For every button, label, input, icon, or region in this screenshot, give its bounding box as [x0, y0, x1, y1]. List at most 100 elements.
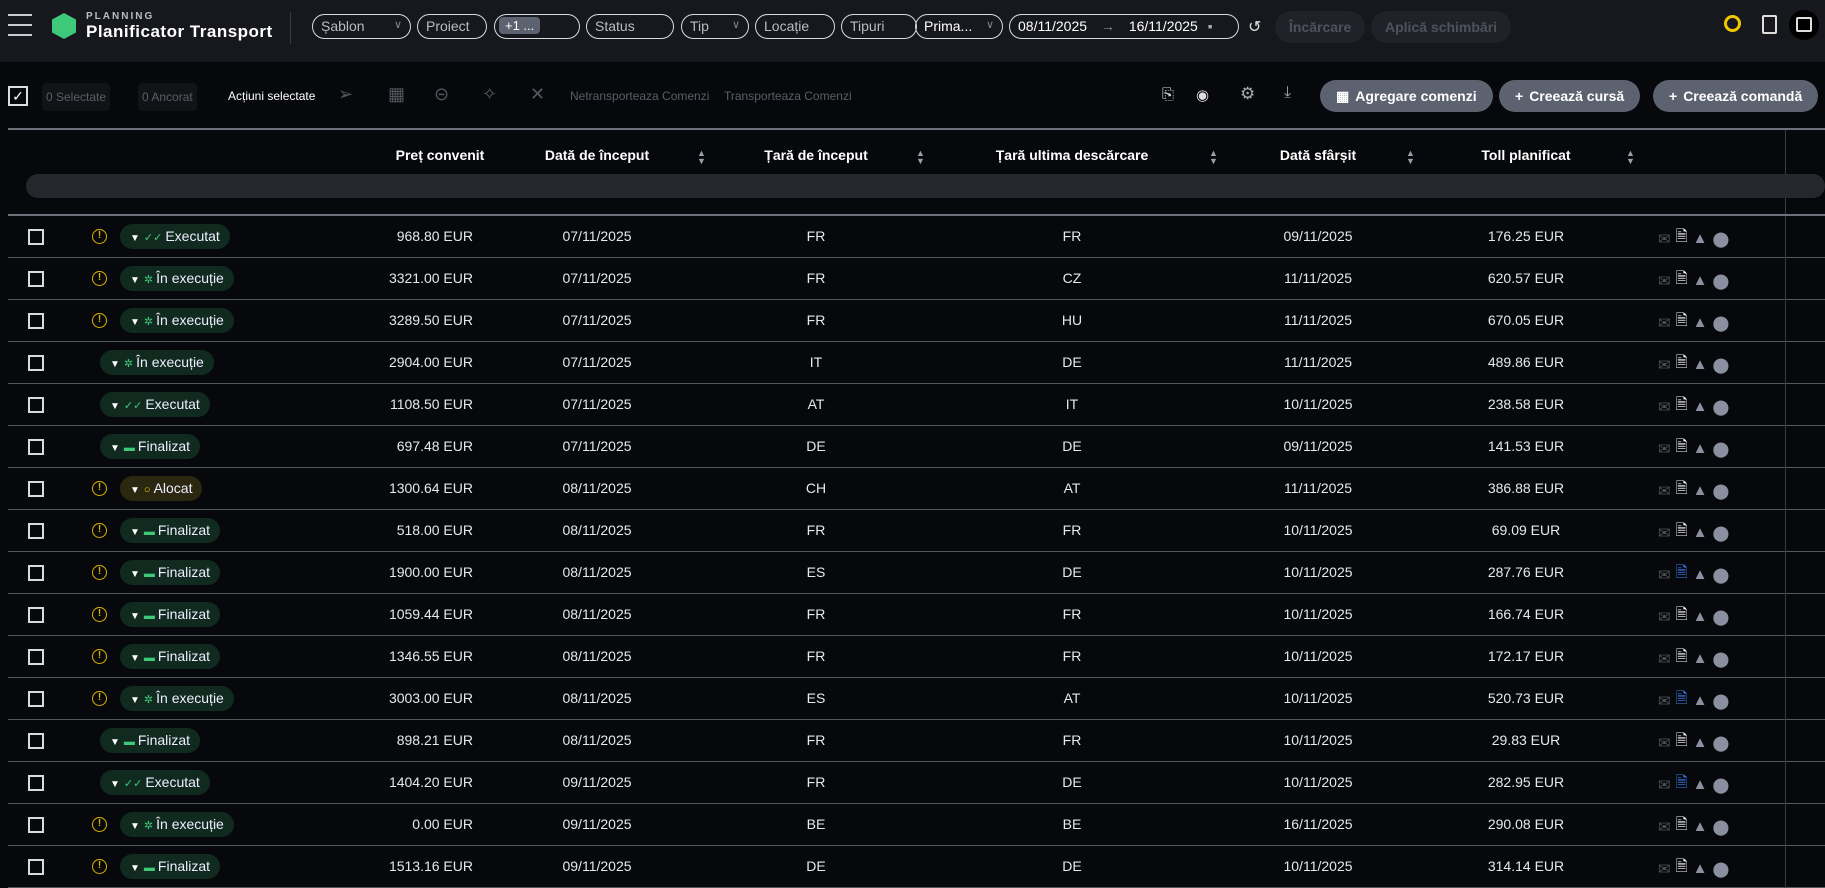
reset-icon[interactable]: ↺: [1248, 17, 1261, 37]
table-row[interactable]: ▼ ▬ Finalizat 697.48 EUR 07/11/2025 DE DE …: [8, 426, 1825, 468]
shapes-icon[interactable]: ▲: [1693, 482, 1708, 499]
row-checkbox[interactable]: [28, 691, 44, 707]
document-icon[interactable]: 🗎: [1676, 562, 1688, 587]
location-pin-icon[interactable]: ⬤: [1713, 356, 1730, 374]
document-icon[interactable]: 🗎: [1676, 604, 1688, 629]
table-row[interactable]: ! ▼ ✲ În execuție 3003.00 EUR 08/11/2025 E…: [8, 678, 1825, 720]
row-checkbox[interactable]: [28, 439, 44, 455]
location-pin-icon[interactable]: ⬤: [1713, 692, 1730, 710]
shapes-icon[interactable]: ▲: [1693, 314, 1708, 331]
search-icon[interactable]: [1724, 15, 1741, 32]
location-pin-icon[interactable]: ⬤: [1713, 734, 1730, 752]
location-pin-icon[interactable]: ⬤: [1713, 398, 1730, 416]
table-row[interactable]: ! ▼ ✲ În execuție 3289.50 EUR 07/11/2025 F…: [8, 300, 1825, 342]
row-checkbox[interactable]: [28, 775, 44, 791]
table-row[interactable]: ▼ ✓✓ Executat 1404.20 EUR 09/11/2025 FR DE…: [8, 762, 1825, 804]
document-icon[interactable]: 🗎: [1676, 688, 1688, 713]
location-pin-icon[interactable]: ⬤: [1713, 314, 1730, 332]
table-row[interactable]: ! ▼ ✓✓ Executat 968.80 EUR 07/11/2025 FR F…: [8, 216, 1825, 258]
row-checkbox[interactable]: [28, 607, 44, 623]
row-checkbox[interactable]: [28, 523, 44, 539]
row-checkbox[interactable]: [28, 229, 44, 245]
status-badge[interactable]: ▼ ○ Alocat: [120, 476, 203, 501]
document-icon[interactable]: 🗎: [1676, 226, 1688, 251]
status-badge[interactable]: ▼ ✲ În execuție: [120, 686, 234, 711]
shapes-icon[interactable]: ▲: [1693, 734, 1708, 751]
document-icon[interactable]: 🗎: [1676, 520, 1688, 545]
menu-icon[interactable]: [8, 14, 32, 36]
link-icon[interactable]: ⊝: [434, 84, 449, 105]
sort-icon[interactable]: ▲ ▼: [1209, 149, 1218, 166]
column-filter-bar[interactable]: [26, 174, 1825, 198]
mail-icon[interactable]: ✉: [1658, 482, 1671, 500]
tipuri-filter[interactable]: Tipuri: [841, 14, 917, 39]
mail-icon[interactable]: ✉: [1658, 272, 1671, 290]
location-pin-icon[interactable]: ⬤: [1713, 230, 1730, 248]
mail-icon[interactable]: ✉: [1658, 734, 1671, 752]
pin-icon[interactable]: ✧: [482, 84, 497, 105]
location-pin-icon[interactable]: ⬤: [1713, 818, 1730, 836]
select-all-checkbox[interactable]: ✓: [8, 86, 28, 106]
column-header-pret[interactable]: Preț convenit: [396, 147, 485, 163]
location-pin-icon[interactable]: ⬤: [1713, 440, 1730, 458]
mail-icon[interactable]: ✉: [1658, 608, 1671, 626]
table-row[interactable]: ▼ ✓✓ Executat 1108.50 EUR 07/11/2025 AT IT…: [8, 384, 1825, 426]
mail-icon[interactable]: ✉: [1658, 230, 1671, 248]
row-checkbox[interactable]: [28, 271, 44, 287]
status-badge[interactable]: ▼ ▬ Finalizat: [120, 854, 221, 879]
unpin-icon[interactable]: ✕: [530, 84, 545, 105]
document-icon[interactable]: 🗎: [1676, 310, 1688, 335]
shapes-icon[interactable]: ▲: [1693, 692, 1708, 709]
document-icon[interactable]: 🗎: [1676, 394, 1688, 419]
status-badge[interactable]: ▼ ▬ Finalizat: [120, 602, 221, 627]
sort-icon[interactable]: ▲ ▼: [1406, 149, 1415, 166]
mail-icon[interactable]: ✉: [1658, 440, 1671, 458]
mail-icon[interactable]: ✉: [1658, 356, 1671, 374]
mail-icon[interactable]: ✉: [1658, 524, 1671, 542]
document-icon[interactable]: 🗎: [1676, 730, 1688, 755]
shapes-icon[interactable]: ▲: [1693, 860, 1708, 877]
status-badge[interactable]: ▼ ✓✓ Executat: [100, 392, 210, 417]
document-icon[interactable]: 🗎: [1676, 856, 1688, 881]
location-pin-icon[interactable]: ⬤: [1713, 776, 1730, 794]
status-badge[interactable]: ▼ ✓✓ Executat: [100, 770, 210, 795]
shapes-icon[interactable]: ▲: [1693, 440, 1708, 457]
mail-icon[interactable]: ✉: [1658, 776, 1671, 794]
table-row[interactable]: ! ▼ ✲ În execuție 3321.00 EUR 07/11/2025 F…: [8, 258, 1825, 300]
shapes-icon[interactable]: ▲: [1693, 230, 1708, 247]
table-row[interactable]: ! ▼ ▬ Finalizat 1346.55 EUR 08/11/2025 FR …: [8, 636, 1825, 678]
mail-icon[interactable]: ✉: [1658, 314, 1671, 332]
download-icon[interactable]: ⤓: [1284, 84, 1291, 102]
row-checkbox[interactable]: [28, 355, 44, 371]
status-badge[interactable]: ▼ ✓✓ Executat: [120, 224, 230, 249]
status-badge[interactable]: ▼ ▬ Finalizat: [120, 644, 221, 669]
table-row[interactable]: ! ▼ ▬ Finalizat 518.00 EUR 08/11/2025 FR F…: [8, 510, 1825, 552]
table-row[interactable]: ! ▼ ✲ În execuție 0.00 EUR 09/11/2025 BE B…: [8, 804, 1825, 846]
chat-button[interactable]: [1789, 10, 1819, 40]
location-pin-icon[interactable]: ⬤: [1713, 566, 1730, 584]
column-header-data-sfarsit[interactable]: Dată sfârșit: [1280, 147, 1356, 163]
document-icon[interactable]: 🗎: [1676, 268, 1688, 293]
creeaza-comanda-button[interactable]: + Creează comandă: [1653, 80, 1819, 112]
excel-export-icon[interactable]: ⎘: [1162, 86, 1174, 103]
status-badge[interactable]: ▼ ✲ În execuție: [120, 308, 234, 333]
mail-icon[interactable]: ✉: [1658, 818, 1671, 836]
status-badge[interactable]: ▼ ✲ În execuție: [120, 266, 234, 291]
shapes-icon[interactable]: ▲: [1693, 818, 1708, 835]
mail-icon[interactable]: ✉: [1658, 398, 1671, 416]
multi-filter[interactable]: +1 ...: [494, 14, 580, 39]
status-badge[interactable]: ▼ ✲ În execuție: [100, 350, 214, 375]
shapes-icon[interactable]: ▲: [1693, 398, 1708, 415]
table-row[interactable]: ! ▼ ○ Alocat 1300.64 EUR 08/11/2025 CH AT …: [8, 468, 1825, 510]
table-row[interactable]: ▼ ✲ În execuție 2904.00 EUR 07/11/2025 IT …: [8, 342, 1825, 384]
sablon-filter[interactable]: Șablon ∨: [312, 14, 411, 39]
mail-icon[interactable]: ✉: [1658, 692, 1671, 710]
status-badge[interactable]: ▼ ▬ Finalizat: [120, 560, 221, 585]
table-row[interactable]: ▼ ▬ Finalizat 898.21 EUR 08/11/2025 FR FR …: [8, 720, 1825, 762]
location-pin-icon[interactable]: ⬤: [1713, 860, 1730, 878]
send-icon[interactable]: ➢: [338, 84, 353, 105]
date-range-picker[interactable]: 08/11/2025 → 16/11/2025 ▪: [1009, 14, 1239, 39]
location-pin-icon[interactable]: ⬤: [1713, 650, 1730, 668]
document-icon[interactable]: 🗎: [1676, 772, 1688, 797]
status-badge[interactable]: ▼ ▬ Finalizat: [100, 434, 201, 459]
